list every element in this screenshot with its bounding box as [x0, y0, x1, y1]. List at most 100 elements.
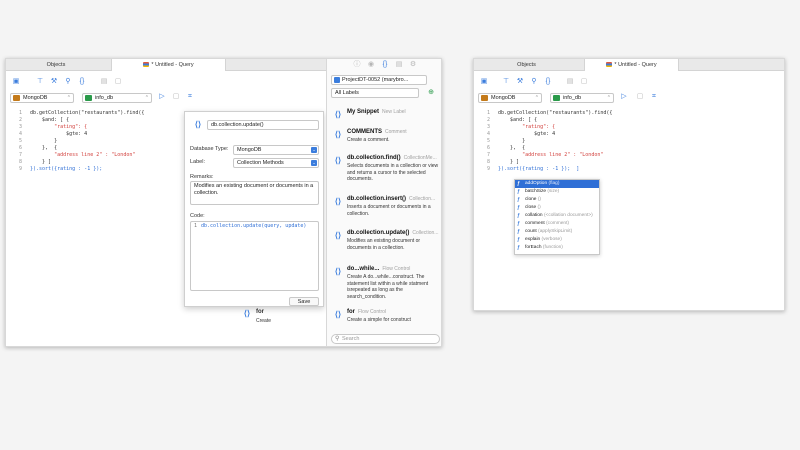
db-type-label: Database Type:: [190, 146, 229, 152]
save-icon[interactable]: ▣: [480, 78, 488, 86]
autocomplete-name: count: [525, 229, 537, 234]
project-select[interactable]: ProjectDT-0052 (marybro...: [331, 75, 427, 85]
connection-select[interactable]: MongoDB ⌃: [10, 93, 74, 103]
line-number: 3: [486, 124, 490, 130]
save-icon[interactable]: ▣: [12, 78, 20, 86]
snippet-tag: Comment: [385, 129, 407, 135]
query-toolbar: ▣ ⊤ ⚒ ⚲ {} ▤ ▢: [478, 75, 598, 89]
snippet-title: db.collection.update(): [347, 230, 410, 236]
line-number: 2: [18, 117, 22, 123]
chevron-down-icon: ⌄: [311, 147, 317, 153]
document-icon[interactable]: ▤: [566, 78, 574, 86]
line-number: 5: [486, 138, 490, 144]
autocomplete-name: batchSize: [525, 189, 547, 194]
run-icon[interactable]: ▷: [620, 93, 628, 101]
autocomplete-item[interactable]: ƒ batchSize (size): [515, 188, 599, 196]
run-icon[interactable]: ▷: [158, 93, 166, 101]
code-line: "address line 2" : "London": [30, 152, 136, 158]
database-select[interactable]: info_db ⌃: [82, 93, 152, 103]
snippet-icon: ⟨⟩: [334, 267, 342, 276]
db-type-select[interactable]: MongoDB ⌄: [233, 145, 319, 155]
snippet-name-input[interactable]: db.collection.update(): [207, 120, 319, 130]
export-icon[interactable]: ▢: [580, 78, 588, 86]
explain-icon[interactable]: ⌗: [186, 93, 194, 101]
snippet-icon: ⟨⟩: [334, 231, 342, 240]
connection-select[interactable]: MongoDB ⌃: [478, 93, 542, 103]
code-line: db.getCollection("restaurants").find({: [498, 110, 613, 116]
beautify-icon[interactable]: ⚒: [516, 78, 524, 86]
chevron-down-icon: ⌃: [66, 95, 71, 101]
save-button[interactable]: Save: [289, 297, 319, 306]
code-snippet-icon[interactable]: ⚲: [530, 78, 538, 86]
function-icon: ƒ: [517, 205, 520, 211]
book-icon[interactable]: ▤: [395, 61, 403, 69]
autocomplete-name: close: [525, 205, 537, 210]
chevron-down-icon: ⌃: [144, 95, 149, 101]
autocomplete-item[interactable]: ƒ count (applySkipLimit): [515, 228, 599, 236]
autocomplete-name: explain: [525, 237, 541, 242]
filter-icon[interactable]: ⊤: [502, 78, 510, 86]
info-icon[interactable]: ⓘ: [353, 61, 361, 69]
braces-icon[interactable]: {}: [78, 78, 86, 86]
autocomplete-item[interactable]: ƒ close (): [515, 204, 599, 212]
autocomplete-item[interactable]: ƒ clone (): [515, 196, 599, 204]
filter-icon[interactable]: ⊤: [36, 78, 44, 86]
snippet-search-input[interactable]: ⚲ Search: [331, 334, 440, 344]
snippet-item[interactable]: ⟨⟩ for Flow Control Create a simple for c…: [327, 309, 441, 329]
snippet-item[interactable]: ⟨⟩ do...while... Flow Control Create A do…: [327, 266, 441, 306]
snippet-item[interactable]: ⟨⟩ db.collection.update() Collection... M…: [327, 230, 441, 258]
autocomplete-item[interactable]: ƒ collation (<collation document>): [515, 212, 599, 220]
code-line: } ]: [498, 159, 520, 165]
autocomplete-hint: (verbose): [541, 237, 562, 242]
db-type-value: MongoDB: [237, 147, 262, 153]
stop-icon[interactable]: ▢: [636, 93, 644, 101]
snippet-tag: Collection...: [412, 230, 439, 236]
autocomplete-item[interactable]: ƒ explain (verbose): [515, 236, 599, 244]
snippet-desc: Inserts a document or documents in a col…: [347, 204, 431, 217]
label-select[interactable]: Collection Methods ⌄: [233, 158, 319, 168]
code-editor[interactable]: 1 db.getCollection("restaurants").find({…: [478, 110, 678, 185]
autocomplete-item[interactable]: ƒ comment (comment): [515, 220, 599, 228]
function-icon: ƒ: [517, 229, 520, 235]
snippet-icon: ⟨⟩: [243, 309, 251, 318]
snippet-desc: Modifies an existing document or documen…: [347, 238, 421, 251]
object-icon[interactable]: ◉: [367, 61, 375, 69]
tab-query[interactable]: * Untitled - Query: [584, 59, 679, 71]
snippet-desc: Create A do...while...construct. The sta…: [347, 274, 429, 300]
remarks-textarea[interactable]: Modifies an existing document or documen…: [190, 181, 319, 205]
code-line: "rating": {: [498, 124, 556, 130]
autocomplete-name: clone: [525, 197, 537, 202]
snippet-tag: CollectionMe...: [403, 155, 437, 161]
tab-objects[interactable]: Objects: [474, 59, 579, 71]
autocomplete-item[interactable]: ƒ addOption (flag): [515, 180, 599, 188]
snippet-item[interactable]: ⟨⟩ My Snippet New Label: [327, 109, 441, 123]
dragged-snippet[interactable]: ⟨⟩ for Create: [242, 309, 282, 329]
tab-objects[interactable]: Objects: [6, 59, 106, 71]
function-icon: ƒ: [517, 181, 520, 187]
document-icon[interactable]: ▤: [100, 78, 108, 86]
code-snippet-icon[interactable]: {}: [381, 61, 389, 69]
code-line: $and: [ {: [498, 117, 538, 123]
braces-icon[interactable]: {}: [544, 78, 552, 86]
autocomplete-name: addOption: [525, 181, 548, 186]
snippet-item[interactable]: ⟨⟩ COMMENTS Comment Create a comment.: [327, 129, 441, 149]
snippet-icon: ⟨⟩: [334, 197, 342, 206]
autocomplete-name: forEach: [525, 245, 542, 250]
autocomplete-item[interactable]: ƒ forEach (function): [515, 244, 599, 252]
snippet-code-editor[interactable]: 1 db.collection.update(query, update): [190, 221, 319, 291]
tab-query[interactable]: * Untitled - Query: [111, 59, 226, 71]
project-value: ProjectDT-0052 (marybro...: [342, 77, 409, 83]
settings-icon[interactable]: ⚙: [409, 61, 417, 69]
database-select[interactable]: info_db ⌃: [550, 93, 614, 103]
snippet-item[interactable]: ⟨⟩ db.collection.insert() Collection... I…: [327, 196, 441, 224]
beautify-icon[interactable]: ⚒: [50, 78, 58, 86]
code-snippet-icon[interactable]: ⚲: [64, 78, 72, 86]
connection-row: MongoDB ⌃ info_db ⌃ ▷ ▢ ⌗: [10, 92, 210, 104]
explain-icon[interactable]: ⌗: [650, 93, 658, 101]
code-editor[interactable]: 1 db.getCollection("restaurants").find({…: [10, 110, 180, 190]
stop-icon[interactable]: ▢: [172, 93, 180, 101]
snippet-item[interactable]: ⟨⟩ db.collection.find() CollectionMe... S…: [327, 155, 441, 191]
label-filter-select[interactable]: All Labels: [331, 88, 419, 98]
add-snippet-icon[interactable]: ⊕: [427, 89, 435, 97]
export-icon[interactable]: ▢: [114, 78, 122, 86]
